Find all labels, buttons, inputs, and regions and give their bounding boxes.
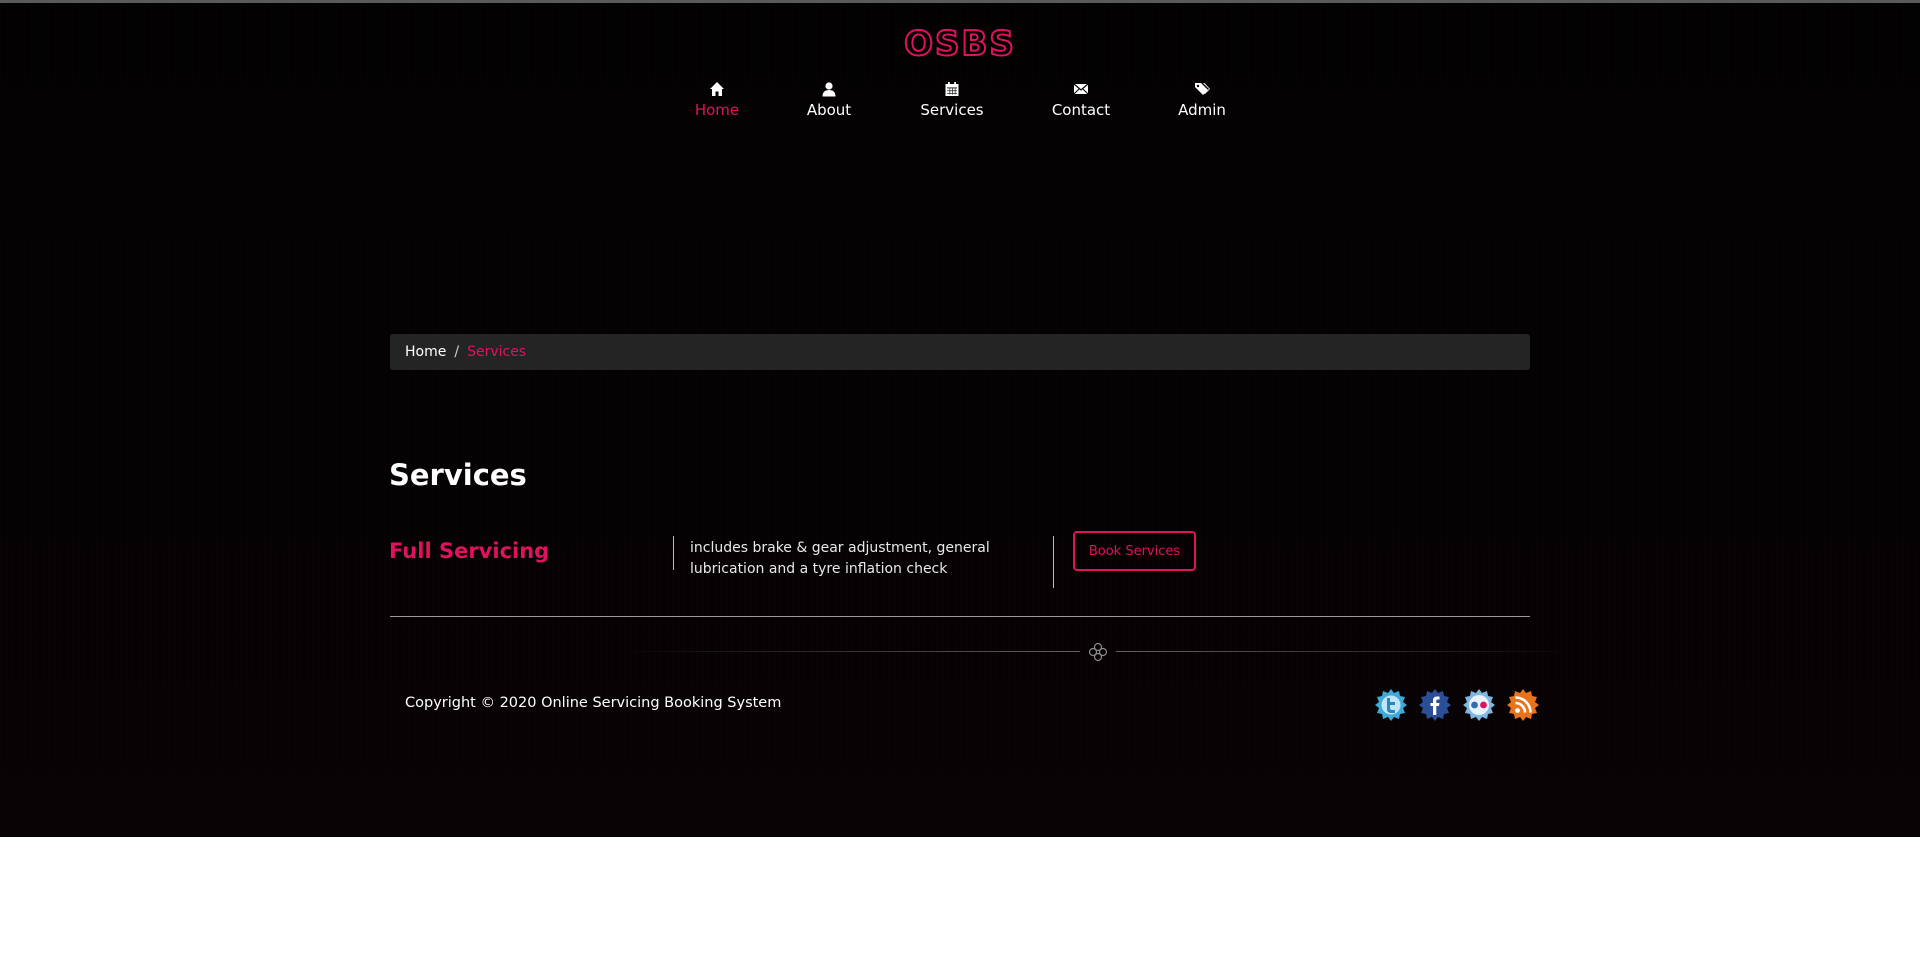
flourish-icon [1087,641,1109,663]
book-services-button[interactable]: Book Services [1073,531,1196,571]
home-icon [709,81,725,97]
nav-label-contact: Contact [1051,101,1111,119]
facebook-icon[interactable] [1418,688,1452,722]
service-divider-left [673,536,674,570]
site-logo[interactable]: OSBS [0,26,1920,62]
flickr-icon[interactable] [1462,688,1496,722]
nav-label-admin: Admin [1178,101,1226,119]
service-name: Full Servicing [389,539,550,563]
tags-icon [1194,81,1210,97]
nav-item-services[interactable]: Services [919,81,985,119]
nav-item-admin[interactable]: Admin [1177,81,1227,119]
breadcrumb-separator: / [454,344,460,360]
copyright-text: Copyright © 2020 Online Servicing Bookin… [405,695,782,711]
nav-item-about[interactable]: About [806,81,852,119]
main-nav: Home About Services Contact Admin [0,81,1920,131]
calendar-icon [944,81,960,97]
ornament-line-left [620,651,1080,652]
nav-label-home: Home [694,101,740,119]
rss-icon[interactable] [1506,688,1540,722]
page-background: OSBS Home About Services Contact Admin H… [0,0,1920,837]
envelope-icon [1073,81,1089,97]
nav-item-home[interactable]: Home [694,81,740,119]
breadcrumb-current: Services [467,344,527,360]
breadcrumb-home-link[interactable]: Home [405,344,446,360]
twitter-icon[interactable] [1374,688,1408,722]
user-icon [821,81,837,97]
page-title: Services [389,458,527,492]
service-divider-right [1053,536,1054,588]
nav-label-services: Services [920,101,984,119]
service-description: includes brake & gear adjustment, genera… [690,540,990,577]
breadcrumb: Home / Services [390,334,1530,370]
content-divider [390,616,1530,617]
ornament-line-right [1116,651,1576,652]
nav-item-contact[interactable]: Contact [1051,81,1111,119]
nav-label-about: About [806,101,852,119]
